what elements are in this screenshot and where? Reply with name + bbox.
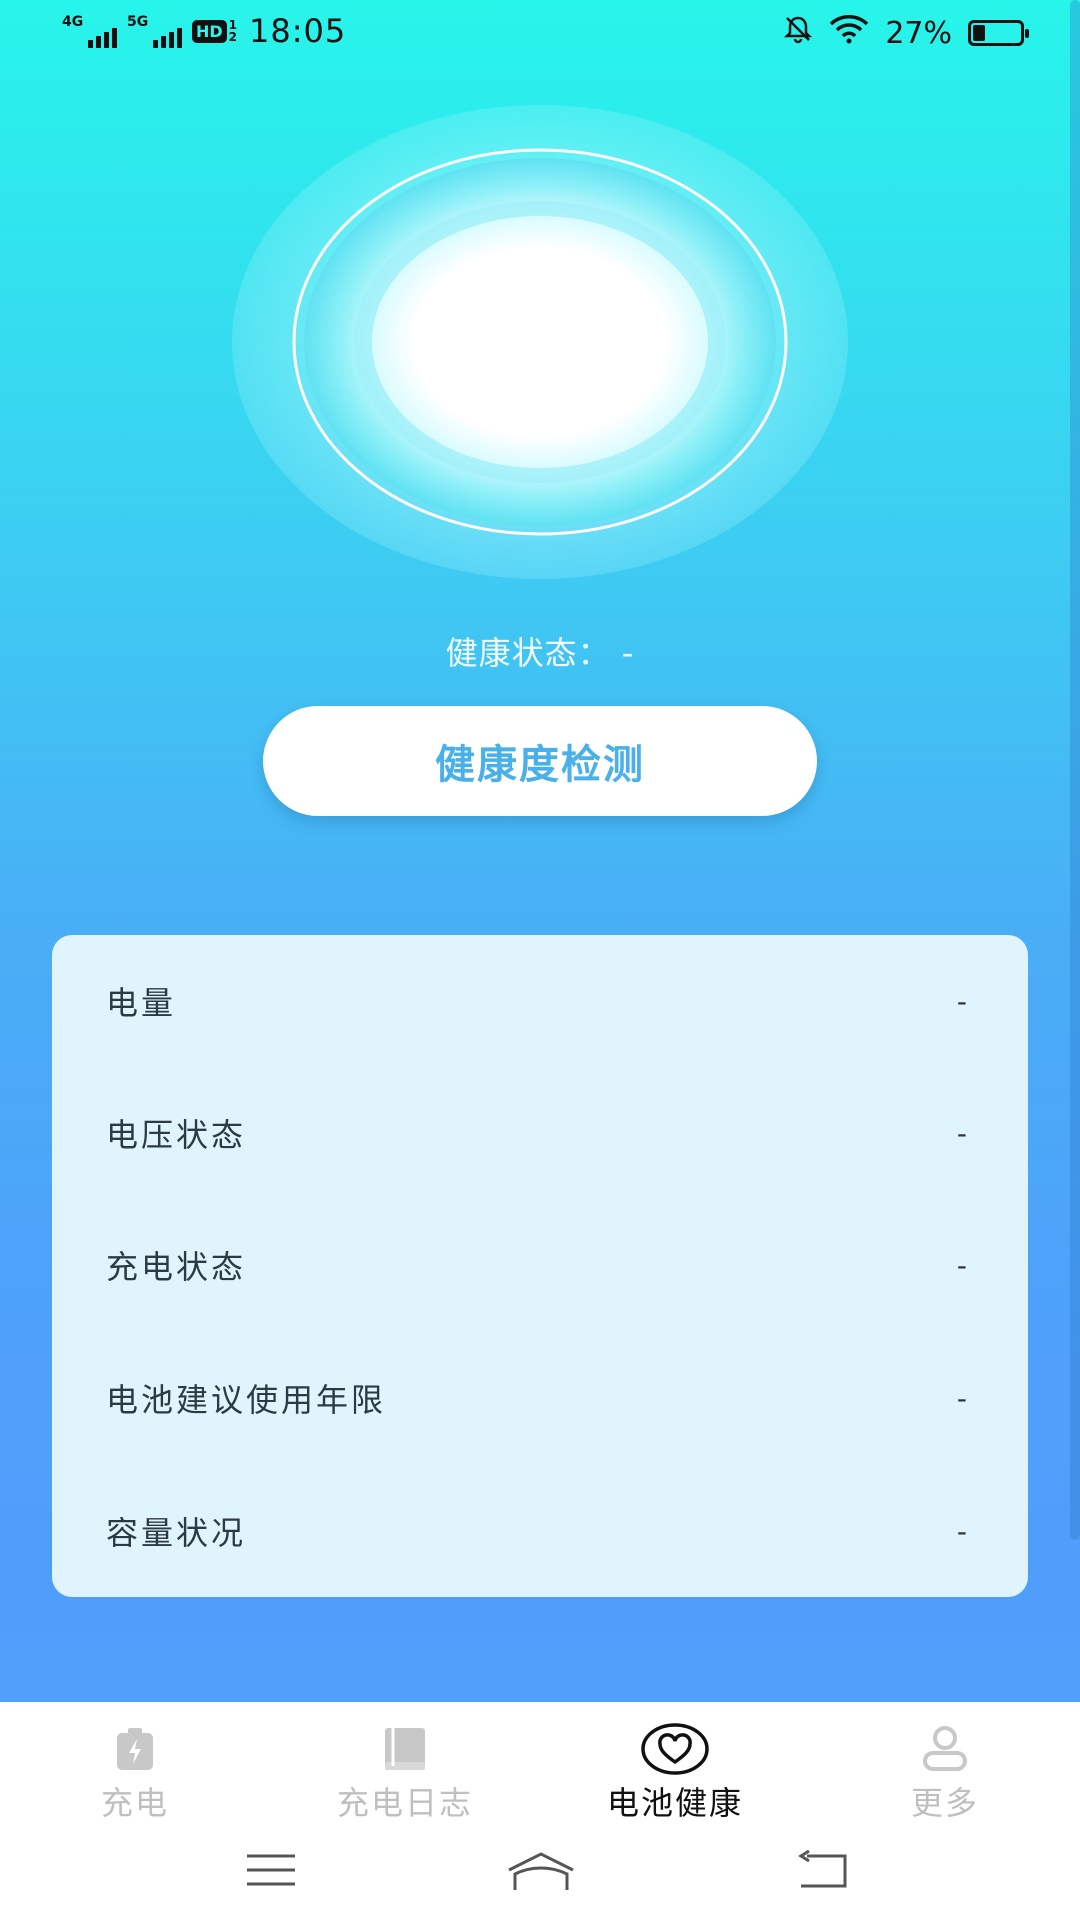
clock: 18:05	[249, 12, 347, 50]
tab-battery-health[interactable]: 电池健康	[575, 1722, 775, 1824]
info-row-charging: 充电状态 -	[52, 1199, 1028, 1331]
tab-label: 电池健康	[606, 1784, 743, 1822]
info-row-value: -	[956, 1514, 970, 1548]
info-row-label: 充电状态	[106, 1248, 247, 1286]
menu-icon[interactable]	[245, 1850, 297, 1894]
info-row-value: -	[956, 1248, 970, 1282]
book-icon	[381, 1722, 429, 1776]
info-row-value: -	[956, 1381, 970, 1415]
status-right: 27%	[783, 14, 1029, 52]
bottom-tab-bar: 充电 充电日志 电池健康 更多	[0, 1702, 1080, 1830]
info-row-power: 电量 -	[52, 935, 1028, 1067]
info-row-value: -	[956, 984, 970, 1018]
mute-bell-icon	[783, 14, 813, 52]
info-row-lifespan: 电池建议使用年限 -	[52, 1332, 1028, 1464]
info-row-value: -	[956, 1116, 970, 1150]
home-icon[interactable]	[505, 1850, 577, 1896]
status-bar: 4G 5G HD 1 2 18:05 27%	[0, 0, 1080, 66]
info-row-voltage: 电压状态 -	[52, 1067, 1028, 1199]
battery-icon	[968, 20, 1029, 46]
system-navigation-bar	[0, 1830, 1080, 1920]
signal-4g-label: 4G	[62, 14, 84, 30]
info-row-capacity: 容量状况 -	[52, 1465, 1028, 1597]
wifi-icon	[829, 14, 869, 52]
signal-5g-label: 5G	[127, 14, 149, 30]
battery-health-screen: 4G 5G HD 1 2 18:05 27% 健康状态： - 健康度检测 电量 …	[0, 0, 1080, 1702]
tab-more[interactable]: 更多	[845, 1722, 1045, 1824]
back-icon[interactable]	[795, 1849, 851, 1894]
person-icon	[921, 1722, 969, 1776]
info-row-label: 电池建议使用年限	[106, 1381, 387, 1419]
info-row-label: 电量	[106, 984, 177, 1022]
health-status-text: 健康状态： -	[445, 634, 635, 672]
signal-5g-icon: 5G	[127, 14, 182, 48]
signal-4g-icon: 4G	[62, 14, 117, 48]
health-glow-circle	[232, 105, 848, 579]
info-row-label: 容量状况	[106, 1514, 247, 1552]
hd-sub-label: 1 2	[228, 18, 238, 44]
hd-voice-icon: HD	[192, 19, 227, 43]
heart-icon	[641, 1722, 709, 1776]
health-check-button[interactable]: 健康度检测	[263, 706, 817, 816]
battery-fill	[973, 25, 985, 41]
info-row-label: 电压状态	[106, 1116, 247, 1154]
tab-label: 更多	[910, 1784, 979, 1822]
battery-info-card: 电量 - 电压状态 - 充电状态 - 电池建议使用年限 - 容量状况 -	[52, 935, 1028, 1597]
battery-charge-icon	[115, 1722, 155, 1776]
tab-label: 充电日志	[336, 1784, 473, 1822]
tab-charge-log[interactable]: 充电日志	[305, 1722, 505, 1824]
tab-charge[interactable]: 充电	[35, 1722, 235, 1824]
tab-label: 充电	[100, 1784, 169, 1822]
scrollbar[interactable]	[1070, 0, 1080, 1540]
battery-percent: 27%	[885, 15, 952, 51]
status-left: 4G 5G HD 1 2 18:05	[62, 12, 346, 50]
